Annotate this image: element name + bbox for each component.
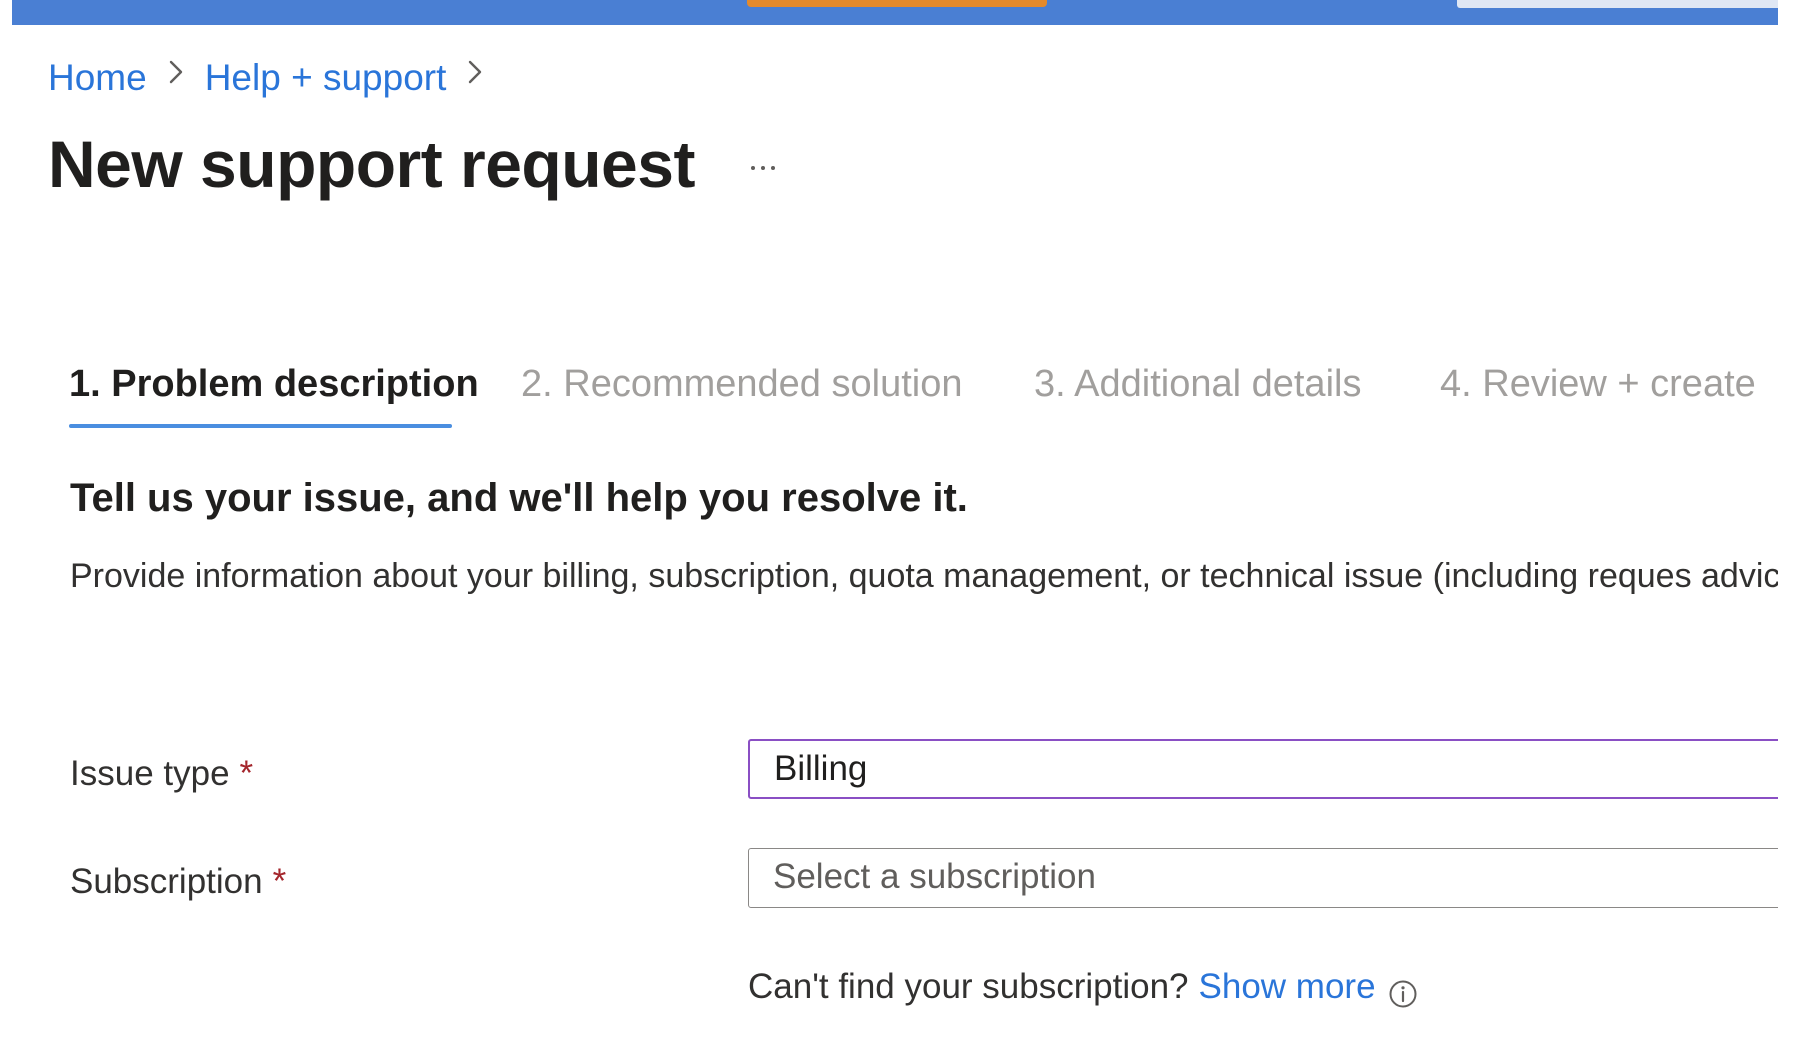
- active-tab-indicator: [69, 424, 452, 428]
- subscription-label-text: Subscription: [70, 862, 263, 901]
- wizard-tabs: 1. Problem description 2. Recommended so…: [69, 356, 1778, 432]
- subscription-label: Subscription *: [70, 858, 286, 906]
- section-description: Provide information about your billing, …: [70, 557, 1778, 595]
- ellipsis-icon-dot: [761, 166, 765, 170]
- ellipsis-icon-dot: [771, 166, 775, 170]
- chevron-right-icon-svg: [169, 60, 182, 84]
- tab-recommended-solution[interactable]: 2. Recommended solution: [521, 356, 962, 412]
- tab-additional-details[interactable]: 3. Additional details: [1034, 356, 1361, 412]
- top-bar-accent: [747, 0, 1047, 7]
- viewport: Home Help + support New support request …: [0, 0, 1801, 1044]
- portal-content: Home Help + support New support request …: [0, 0, 1778, 1044]
- issue-type-dropdown[interactable]: Billing: [748, 739, 1778, 799]
- breadcrumb-home-link[interactable]: Home: [48, 57, 147, 99]
- issue-type-label: Issue type *: [70, 750, 253, 798]
- show-more-link[interactable]: Show more: [1199, 962, 1376, 1012]
- breadcrumb-help-support-link[interactable]: Help + support: [205, 57, 447, 99]
- subscription-help-text: Can't find your subscription?: [748, 967, 1189, 1006]
- top-bar-search-box[interactable]: [1457, 0, 1778, 8]
- info-icon-svg: [1389, 980, 1417, 1008]
- subscription-help: Can't find your subscription? Show more: [748, 962, 1418, 1012]
- tab-problem-description[interactable]: 1. Problem description: [69, 356, 479, 412]
- chevron-right-icon: [167, 58, 185, 94]
- more-options-button[interactable]: [740, 150, 786, 186]
- issue-type-label-text: Issue type: [70, 754, 230, 793]
- required-indicator: *: [272, 862, 287, 901]
- section-heading: Tell us your issue, and we'll help you r…: [70, 476, 968, 520]
- subscription-dropdown[interactable]: Select a subscription: [748, 848, 1778, 908]
- required-indicator: *: [239, 754, 254, 793]
- chevron-right-icon: [466, 58, 484, 94]
- issue-type-value: Billing: [774, 749, 868, 788]
- ellipsis-icon: [751, 166, 755, 170]
- portal-top-bar: [12, 0, 1778, 25]
- info-icon[interactable]: [1388, 973, 1418, 1008]
- tab-review-create[interactable]: 4. Review + create: [1440, 356, 1756, 412]
- chevron-right-icon-svg: [469, 60, 482, 84]
- page-title: New support request: [48, 127, 695, 201]
- subscription-placeholder: Select a subscription: [773, 857, 1096, 896]
- breadcrumb: Home Help + support: [48, 54, 504, 102]
